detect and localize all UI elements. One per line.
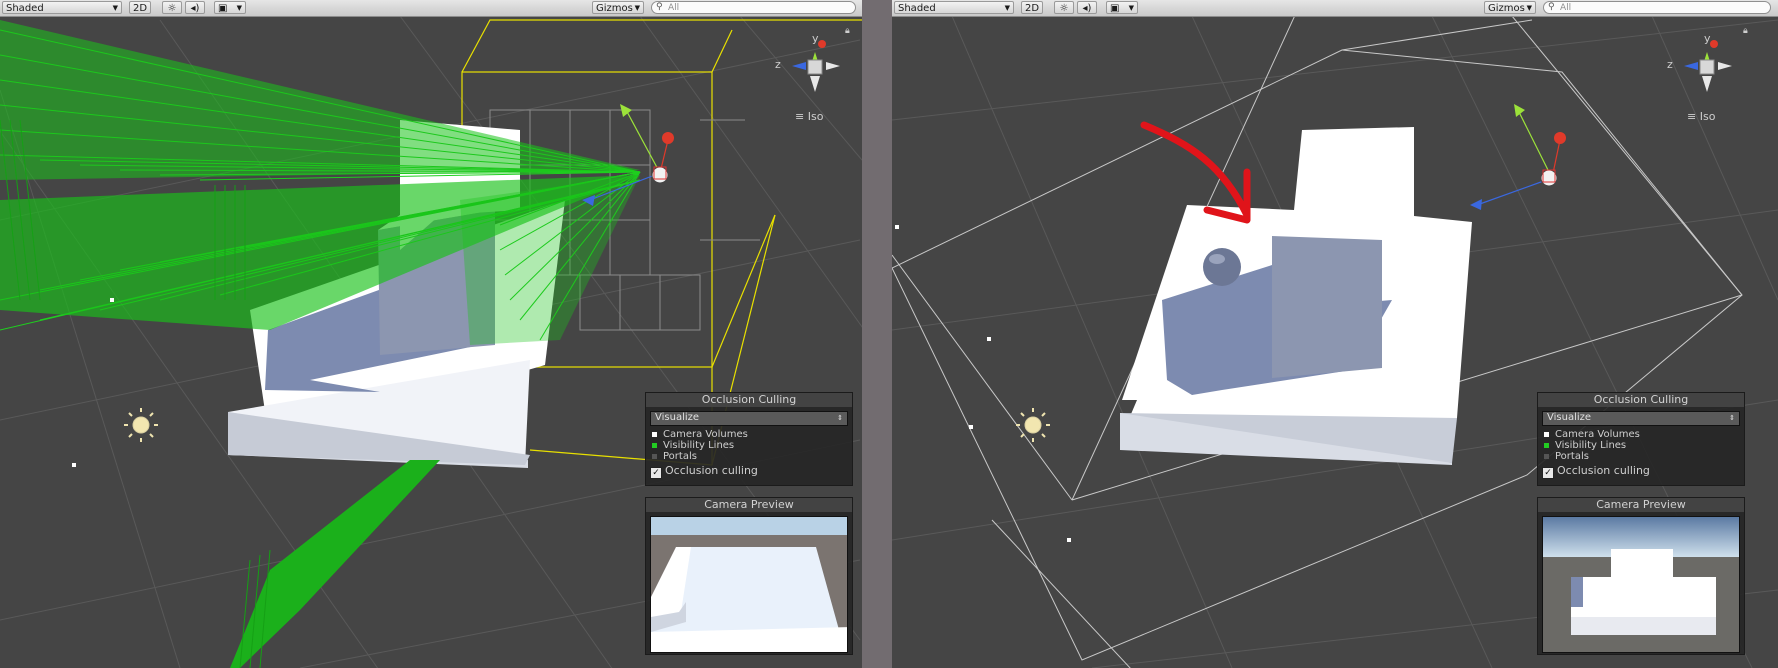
shading-mode-label: Shaded — [6, 3, 44, 14]
scene-toolbar: Shaded ▼ 2D ☼ ◂) ▣ ▼ Gizmos ▼ ⚲ All — [0, 0, 862, 17]
camera-preview-title: Camera Preview — [1538, 498, 1744, 512]
occlusion-culling-checkbox-label: Occlusion culling — [1557, 464, 1650, 477]
camera-preview-image — [1542, 516, 1740, 653]
speaker-icon[interactable]: ◂) — [185, 1, 205, 14]
gizmos-label: Gizmos — [596, 3, 633, 14]
gizmo-y-label: y — [812, 32, 819, 45]
shading-mode-dropdown[interactable]: Shaded ▼ — [894, 1, 1014, 14]
occlusion-culling-checkbox[interactable]: ✓ Occlusion culling — [646, 464, 852, 479]
checkmark-icon: ✓ — [1542, 467, 1554, 479]
2d-toggle-button[interactable]: 2D — [1021, 1, 1043, 14]
projection-label: Iso — [1699, 110, 1716, 123]
occlusion-culling-panel: Occlusion Culling Visualize ⇕ Camera Volu… — [645, 392, 853, 486]
image-icon[interactable]: ▣ ▼ — [1106, 1, 1138, 14]
legend-swatch — [1544, 432, 1549, 437]
search-icon: ⚲ — [1548, 2, 1555, 12]
chevron-down-icon: ▼ — [112, 4, 118, 12]
shading-mode-dropdown[interactable]: Shaded ▼ — [2, 1, 122, 14]
chevron-down-icon: ▼ — [634, 4, 640, 12]
legend-swatch — [652, 432, 657, 437]
gizmos-label: Gizmos — [1488, 3, 1525, 14]
search-icon: ⚲ — [656, 2, 663, 12]
gizmo-y-label: y — [1704, 32, 1711, 45]
image-icon[interactable]: ▣ ▼ — [214, 1, 246, 14]
scene-toolbar: Shaded ▼ 2D ☼ ◂) ▣ ▼ Gizmos ▼ ⚲ All — [892, 0, 1778, 17]
camera-preview-panel: Camera Preview — [645, 497, 853, 655]
scene-view-left[interactable]: Shaded ▼ 2D ☼ ◂) ▣ ▼ Gizmos ▼ ⚲ All y z … — [0, 0, 862, 668]
chevron-down-icon: ▼ — [1004, 4, 1010, 12]
legend-visibility-lines: Visibility Lines — [1538, 440, 1744, 451]
gizmos-dropdown[interactable]: Gizmos ▼ — [1484, 1, 1536, 14]
gizmo-z-label: z — [775, 58, 781, 71]
chevron-updown-icon: ⇕ — [837, 414, 843, 422]
legend-swatch — [652, 443, 657, 448]
gizmos-dropdown[interactable]: Gizmos ▼ — [592, 1, 644, 14]
gizmo-z-label: z — [1667, 58, 1673, 71]
sun-icon[interactable]: ☼ — [162, 1, 182, 14]
2d-toggle-button[interactable]: 2D — [129, 1, 151, 14]
sun-icon[interactable]: ☼ — [1054, 1, 1074, 14]
view-divider — [862, 0, 892, 668]
visualize-label: Visualize — [1547, 412, 1592, 423]
search-input[interactable]: ⚲ All — [1543, 1, 1771, 14]
occlusion-culling-panel: Occlusion Culling Visualize ⇕ Camera Volu… — [1537, 392, 1745, 486]
visualize-dropdown[interactable]: Visualize ⇕ — [1542, 411, 1740, 426]
camera-preview-image — [650, 516, 848, 653]
visualize-dropdown[interactable]: Visualize ⇕ — [650, 411, 848, 426]
lock-icon[interactable]: 🔒︎ — [845, 26, 850, 36]
chevron-down-icon: ▼ — [1526, 4, 1532, 12]
occlusion-culling-checkbox[interactable]: ✓ Occlusion culling — [1538, 464, 1744, 479]
menu-icon: ≡ — [795, 110, 805, 123]
projection-label: Iso — [807, 110, 824, 123]
checkmark-icon: ✓ — [650, 467, 662, 479]
legend-camera-volumes: Camera Volumes — [646, 429, 852, 440]
visualize-label: Visualize — [655, 412, 700, 423]
chevron-updown-icon: ⇕ — [1729, 414, 1735, 422]
legend-camera-volumes: Camera Volumes — [1538, 429, 1744, 440]
scene-view-right[interactable]: Shaded ▼ 2D ☼ ◂) ▣ ▼ Gizmos ▼ ⚲ All y z … — [892, 0, 1778, 668]
search-input[interactable]: ⚲ All — [651, 1, 856, 14]
search-placeholder: All — [1560, 3, 1572, 13]
legend-swatch — [1544, 443, 1549, 448]
camera-preview-title: Camera Preview — [646, 498, 852, 512]
occlusion-culling-title: Occlusion Culling — [646, 393, 852, 407]
occlusion-culling-checkbox-label: Occlusion culling — [665, 464, 758, 477]
occlusion-culling-title: Occlusion Culling — [1538, 393, 1744, 407]
legend-portals: Portals — [646, 451, 852, 462]
menu-icon: ≡ — [1687, 110, 1697, 123]
search-placeholder: All — [668, 3, 680, 13]
legend-swatch — [1544, 454, 1549, 459]
speaker-icon[interactable]: ◂) — [1077, 1, 1097, 14]
shading-mode-label: Shaded — [898, 3, 936, 14]
projection-toggle[interactable]: ≡ Iso — [1687, 110, 1715, 123]
legend-swatch — [652, 454, 657, 459]
camera-preview-panel: Camera Preview — [1537, 497, 1745, 655]
lock-icon[interactable]: 🔒︎ — [1743, 26, 1748, 36]
projection-toggle[interactable]: ≡ Iso — [795, 110, 823, 123]
legend-portals: Portals — [1538, 451, 1744, 462]
legend-visibility-lines: Visibility Lines — [646, 440, 852, 451]
